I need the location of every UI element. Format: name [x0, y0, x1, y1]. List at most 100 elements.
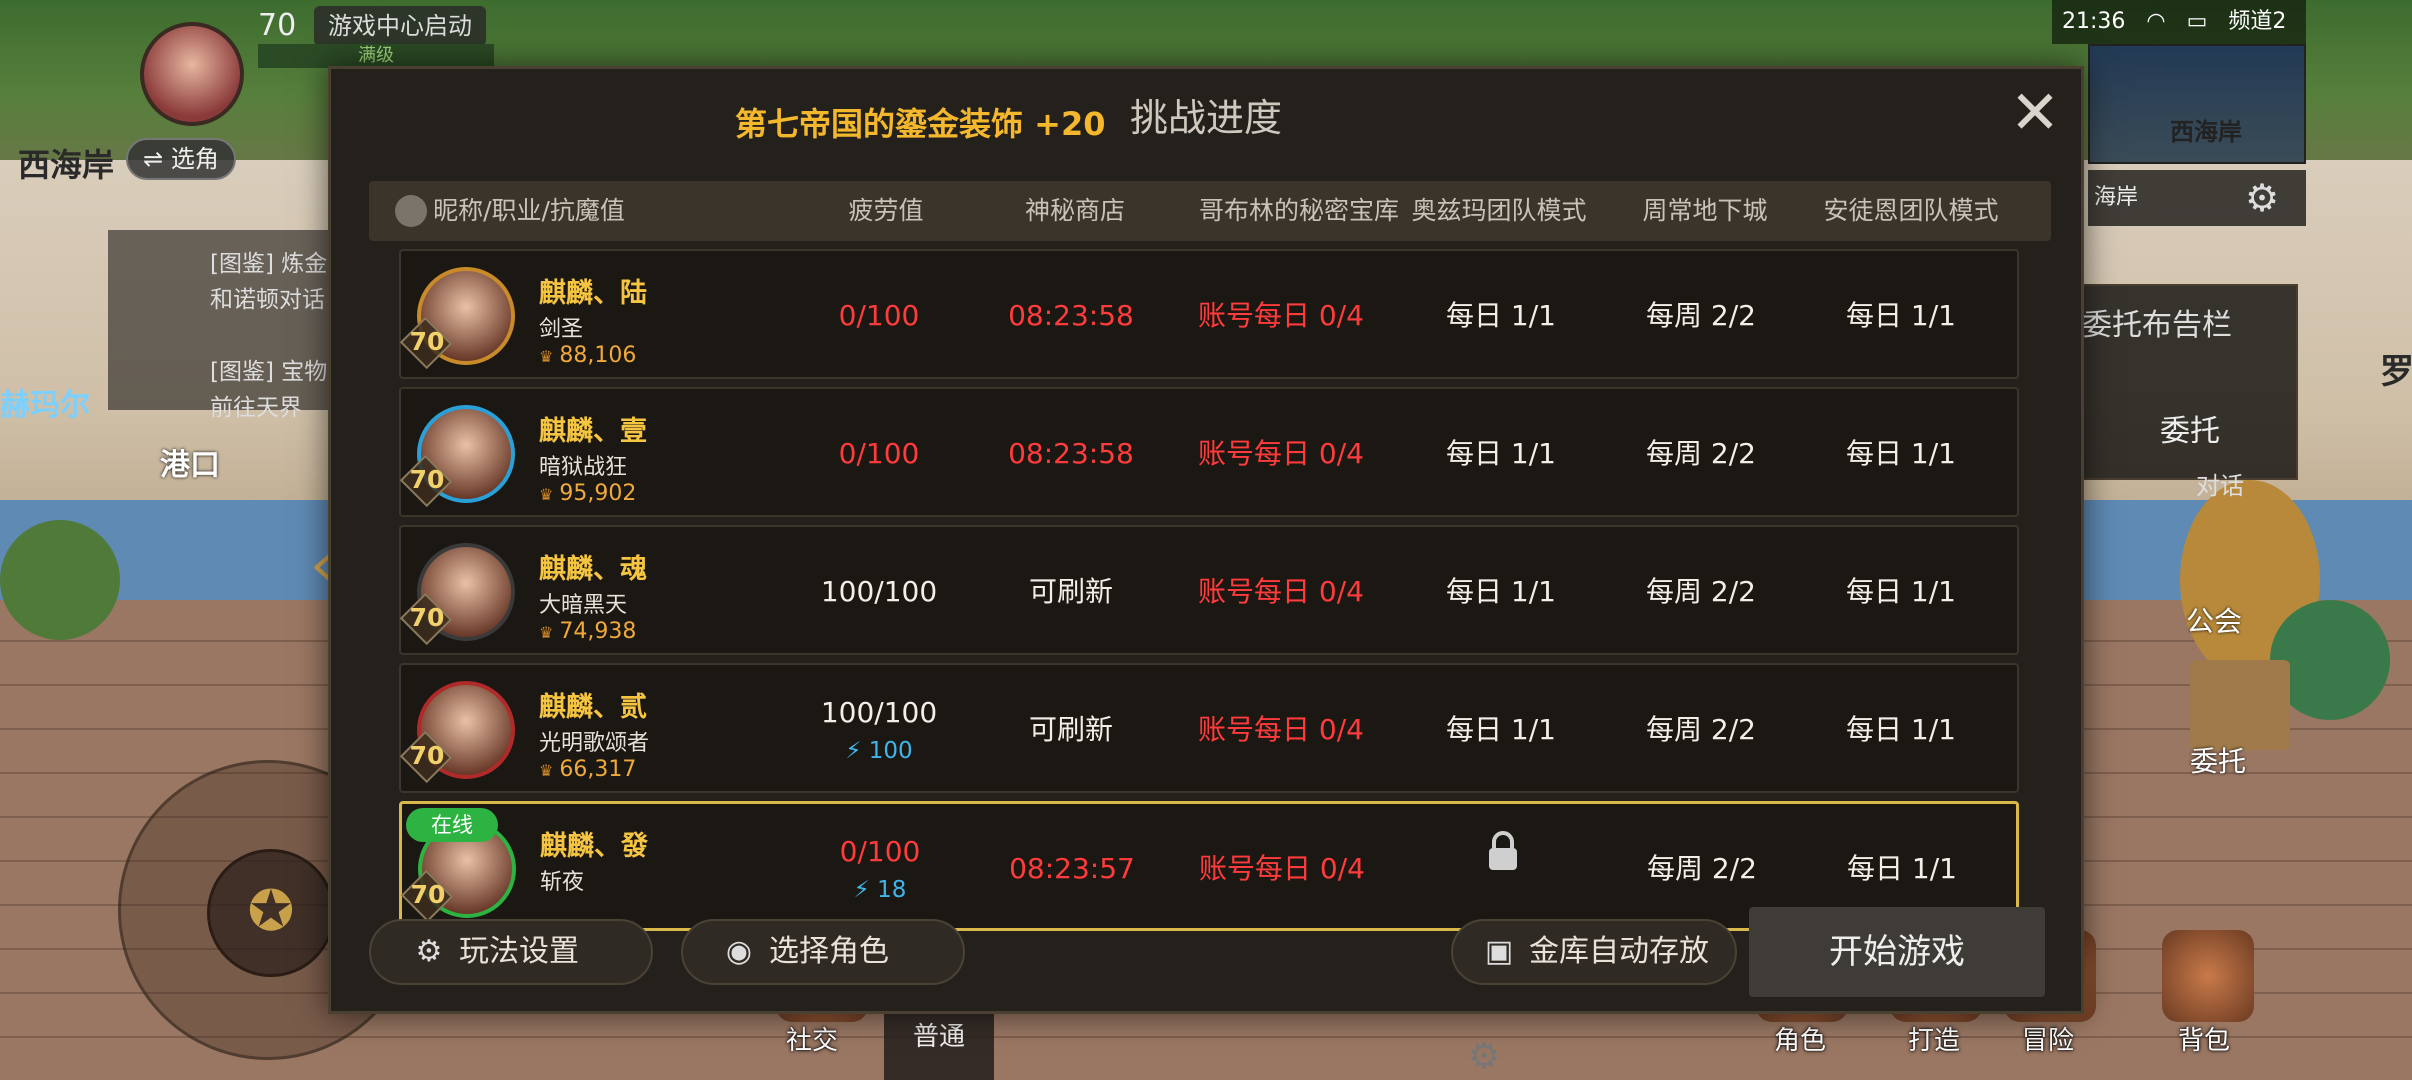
guild-sign[interactable]: 公会 — [2186, 600, 2242, 640]
fatigue-cell: 100/100 — [779, 527, 979, 657]
crown-icon: ♛ — [539, 761, 554, 780]
anton-raid-cell: 每日 1/1 — [1846, 575, 1956, 608]
mystery-shop-cell: 可刷新 — [1028, 713, 1113, 746]
header-ozma-raid: 奥兹玛团队模式 — [1411, 196, 1587, 225]
channel-label[interactable]: 频道2 — [2228, 9, 2286, 34]
joystick-knob[interactable]: ✪ — [207, 849, 335, 977]
role-icon: ◉ — [725, 934, 753, 969]
goblin-vault-cell: 账号每日 0/4 — [1198, 575, 1364, 608]
clock: 21:36 — [2062, 9, 2126, 34]
goblin-vault-cell: 账号每日 0/4 — [1198, 437, 1364, 470]
quest-desc: 前往天界 — [210, 395, 302, 421]
fatigue-value: 100/100 — [820, 696, 938, 729]
header-weekly-dungeon: 周常地下城 — [1642, 196, 1768, 225]
anton-raid-cell: 每日 1/1 — [1846, 713, 1956, 746]
player-level: 70 — [258, 8, 297, 43]
close-icon[interactable]: ✕ — [2007, 83, 2063, 143]
character-row[interactable]: 70 麒麟、贰 光明歌颂者 ♛ 66,317 100/100 ⚡ 100 可刷新 账… — [399, 663, 2019, 793]
npc-name: 罗 — [2380, 352, 2412, 392]
adventure-button[interactable]: 冒险 — [2022, 1020, 2074, 1057]
online-badge: 在线 — [406, 808, 498, 842]
ozma-raid-cell: 每日 1/1 — [1446, 437, 1556, 470]
settings-gear-icon[interactable]: ⚙ — [2242, 178, 2282, 218]
select-role-button[interactable]: ◉ 选择角色 — [681, 919, 965, 985]
table-header: 昵称/职业/抗魔值 疲劳值 神秘商店 哥布林的秘密宝库 奥兹玛团队模式 周常地下… — [369, 181, 2051, 241]
area-label: 赫玛尔 — [0, 388, 90, 423]
battery-icon: ▭ — [2186, 9, 2208, 34]
ozma-raid-cell: 每日 1/1 — [1446, 299, 1556, 332]
anton-raid-cell: 每日 1/1 — [1846, 299, 1956, 332]
gameplay-settings-button[interactable]: ⚙ 玩法设置 — [369, 919, 653, 985]
header-goblin-vault: 哥布林的秘密宝库 — [1198, 196, 1399, 225]
character-level: 70 — [409, 465, 445, 494]
goblin-vault-cell: 账号每日 0/4 — [1198, 299, 1364, 332]
fatigue-value: 0/100 — [838, 437, 920, 470]
character-class: 光明歌颂者 — [539, 731, 650, 756]
craft-button[interactable]: 打造 — [1908, 1020, 1960, 1057]
character-name: 麒麟、魂 — [539, 554, 647, 585]
weekly-dungeon-cell: 每周 2/2 — [1646, 437, 1756, 470]
crown-icon: ♛ — [539, 623, 554, 642]
character-power: ♛ 88,106 — [539, 343, 636, 368]
goblin-vault-cell: 账号每日 0/4 — [1198, 713, 1364, 746]
crown-icon: ♛ — [539, 347, 554, 366]
weekly-dungeon-cell: 每周 2/2 — [1646, 575, 1756, 608]
lock-icon — [1485, 830, 1521, 872]
dialog-title: 挑战进度 — [1129, 96, 1282, 140]
scene-plant — [0, 520, 120, 640]
entrust-button[interactable]: 委托 — [2160, 406, 2220, 450]
wifi-icon: ◠ — [2146, 9, 2166, 34]
vault-auto-store-button[interactable]: ▣ 金库自动存放 — [1451, 919, 1737, 985]
character-name: 麒麟、陆 — [539, 278, 647, 309]
goblin-vault-cell: 账号每日 0/4 — [1199, 852, 1365, 885]
fatigue-value: 0/100 — [838, 299, 920, 332]
header-nickname: 昵称/职业/抗魔值 — [433, 196, 625, 225]
bag-button[interactable]: 背包 — [2178, 1020, 2230, 1057]
power-value: 66,317 — [559, 757, 637, 782]
energy-value: ⚡ 18 — [853, 877, 907, 903]
player-avatar[interactable] — [140, 22, 244, 126]
start-game-button[interactable]: 开始游戏 — [1749, 907, 2045, 997]
bag-icon[interactable] — [2162, 930, 2254, 1022]
role-button[interactable]: 角色 — [1774, 1020, 1826, 1057]
vault-auto-store-label: 金库自动存放 — [1529, 934, 1709, 969]
gameplay-settings-label: 玩法设置 — [459, 934, 579, 969]
dialog-tag: 对话 — [2196, 472, 2244, 500]
quest-title[interactable]: [图鉴] 炼金 — [210, 244, 327, 278]
character-level: 70 — [409, 327, 445, 356]
fatigue-cell: 0/100 ⚡ 18 — [780, 804, 980, 934]
game-center-button[interactable]: 游戏中心启动 — [314, 6, 486, 46]
entrust-sign[interactable]: 委托 — [2190, 740, 2246, 780]
character-row[interactable]: 70 麒麟、壹 暗狱战狂 ♛ 95,902 0/100 08:23:58 账号每日… — [399, 387, 2019, 517]
character-row[interactable]: 70 麒麟、陆 剑圣 ♛ 88,106 0/100 08:23:58 账号每日 0… — [399, 249, 2019, 379]
character-class: 暗狱战狂 — [539, 455, 628, 480]
character-level: 70 — [409, 603, 445, 632]
character-level: 70 — [409, 741, 445, 770]
character-row[interactable]: 70 麒麟、魂 大暗黑天 ♛ 74,938 100/100 可刷新 账号每日 0/… — [399, 525, 2019, 655]
status-bar: 21:36 ◠ ▭ 频道2 — [2052, 0, 2306, 44]
character-class: 大暗黑天 — [539, 593, 628, 618]
entrust-board-button[interactable]: 委托布告栏 — [2082, 300, 2232, 344]
mystery-shop-cell: 08:23:58 — [1008, 437, 1134, 470]
social-button[interactable]: 社交 — [786, 1020, 838, 1057]
region-name: 西海岸 — [18, 146, 115, 184]
switch-role-button[interactable]: ⇌ 选角 — [126, 138, 236, 180]
quest-desc: 和诺顿对话 — [210, 287, 325, 313]
header-mystery-shop: 神秘商店 — [1024, 196, 1125, 225]
mystery-shop-cell: 08:23:58 — [1008, 299, 1134, 332]
quest-title[interactable]: [图鉴] 宝物 — [210, 352, 327, 386]
ozma-raid-cell: 每日 1/1 — [1446, 713, 1556, 746]
character-name: 麒麟、發 — [540, 831, 648, 862]
exp-bar: 满级 — [258, 44, 494, 68]
chat-settings-icon[interactable]: ⚙ — [1468, 1036, 1500, 1077]
power-value: 95,902 — [559, 481, 637, 506]
minimap-region: 西海岸 — [2170, 118, 2242, 146]
header-anton-raid: 安徒恩团队模式 — [1823, 196, 1999, 225]
character-list[interactable]: 70 麒麟、陆 剑圣 ♛ 88,106 0/100 08:23:58 账号每日 0… — [369, 247, 2059, 949]
scene-noticeboard — [2190, 660, 2290, 750]
anton-raid-cell: 每日 1/1 — [1846, 437, 1956, 470]
power-value: 88,106 — [559, 343, 637, 368]
character-name: 麒麟、壹 — [539, 416, 647, 447]
character-icon — [395, 195, 427, 227]
fatigue-value: 100/100 — [820, 575, 938, 608]
